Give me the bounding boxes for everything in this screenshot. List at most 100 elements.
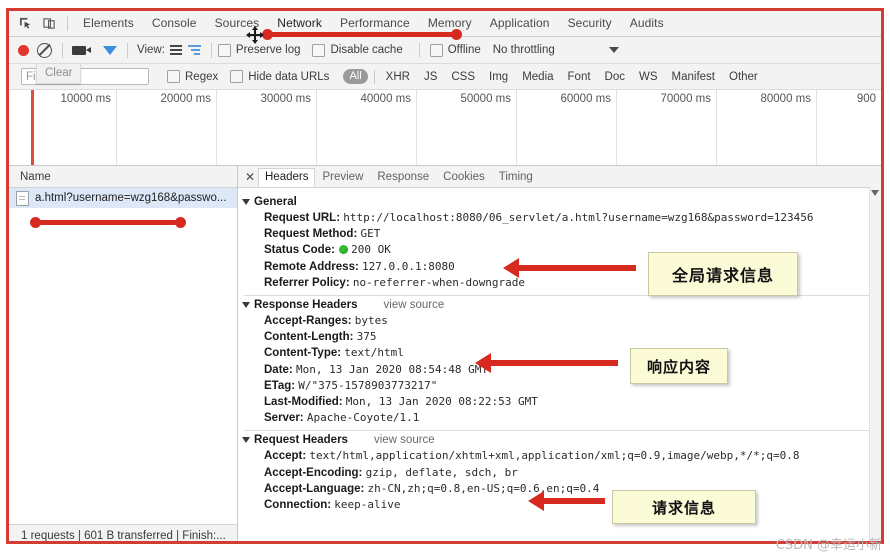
view-list-icon[interactable] <box>169 45 182 55</box>
section-response-headers-header[interactable]: Response Headers view source <box>242 299 881 311</box>
tick-label: 70000 ms <box>660 93 711 105</box>
tick-label: 10000 ms <box>60 93 111 105</box>
capture-screenshots-icon[interactable] <box>72 45 91 55</box>
header-key: Accept-Language: <box>264 482 365 495</box>
filter-type-font[interactable]: Font <box>561 71 598 83</box>
regex-box[interactable] <box>167 70 180 83</box>
column-header-name: Name <box>20 170 51 183</box>
regex-checkbox[interactable]: Regex <box>167 70 218 83</box>
network-toolbar: View: Preserve log Disable cache Offline… <box>9 37 881 68</box>
header-value: 200 OK <box>351 243 391 257</box>
filter-type-img[interactable]: Img <box>482 71 515 83</box>
tab-response[interactable]: Response <box>370 168 436 186</box>
table-row[interactable]: a.html?username=wzg168&passwo... <box>9 188 237 208</box>
filter-type-ws[interactable]: WS <box>632 71 665 83</box>
annotation-callout-general: 全局请求信息 <box>648 252 798 296</box>
disable-cache-label: Disable cache <box>330 44 403 56</box>
tick-label: 60000 ms <box>560 93 611 105</box>
tab-security[interactable]: Security <box>559 13 621 34</box>
tab-audits[interactable]: Audits <box>621 13 673 34</box>
timeline-overview[interactable]: 10000 ms 20000 ms 30000 ms 40000 ms 5000… <box>9 90 881 166</box>
clear-icon[interactable] <box>37 42 52 58</box>
chevron-down-icon[interactable] <box>608 47 619 53</box>
header-value: 375 <box>356 330 377 344</box>
disclosure-triangle-icon[interactable] <box>242 302 250 309</box>
tab-timing[interactable]: Timing <box>492 168 540 186</box>
filter-type-js[interactable]: JS <box>417 71 444 83</box>
header-row: Content-Length: 375 <box>242 329 881 345</box>
tab-performance[interactable]: Performance <box>331 13 419 34</box>
tab-cookies[interactable]: Cookies <box>436 168 492 186</box>
header-key: Request URL: <box>264 212 341 224</box>
device-toolbar-icon[interactable] <box>37 13 61 34</box>
clear-tooltip: Clear <box>36 64 82 84</box>
filter-type-all[interactable]: All <box>343 69 368 84</box>
annotation-callout-request: 请求信息 <box>612 490 756 524</box>
tick-label: 40000 ms <box>360 93 411 105</box>
header-value: no-referrer-when-downgrade <box>352 275 526 289</box>
disable-cache-box[interactable] <box>312 43 326 57</box>
header-value: text/html,application/xhtml+xml,applicat… <box>309 449 800 463</box>
offline-box[interactable] <box>429 43 443 57</box>
filter-type-doc[interactable]: Doc <box>598 71 632 83</box>
tab-preview[interactable]: Preview <box>315 168 370 186</box>
screenshot-root: Elements Console Sources Network Perform… <box>0 0 890 555</box>
tab-application[interactable]: Application <box>481 13 559 34</box>
view-source-link[interactable]: view source <box>374 434 435 446</box>
annotation-underline-request-row <box>30 217 186 228</box>
header-row: Accept: text/html,application/xhtml+xml,… <box>242 448 881 464</box>
hide-data-urls-box[interactable] <box>230 70 244 83</box>
view-waterfall-icon[interactable] <box>187 45 201 55</box>
disclosure-triangle-icon[interactable] <box>242 199 250 205</box>
filter-type-css[interactable]: CSS <box>444 71 482 83</box>
header-key: Content-Length: <box>264 331 354 344</box>
tab-headers[interactable]: Headers <box>258 167 316 187</box>
offline-label: Offline <box>447 44 481 56</box>
header-key: ETag: <box>264 379 296 392</box>
filter-divider <box>373 69 375 84</box>
chevron-down-icon[interactable] <box>871 190 879 196</box>
header-value: GET <box>360 227 381 241</box>
tab-elements[interactable]: Elements <box>74 13 143 34</box>
offline-checkbox[interactable]: Offline <box>429 43 481 57</box>
section-request-headers-header[interactable]: Request Headers view source <box>242 434 881 446</box>
throttling-select[interactable]: No throttling <box>493 44 619 56</box>
tab-console[interactable]: Console <box>143 13 206 34</box>
section-title-text: Request Headers <box>254 434 348 447</box>
filter-type-media[interactable]: Media <box>515 71 560 83</box>
header-key: Request Method: <box>264 228 358 241</box>
section-divider <box>244 430 879 432</box>
header-key: Last-Modified: <box>264 396 343 409</box>
header-key: Connection: <box>264 499 332 512</box>
section-general-header[interactable]: General <box>242 196 881 208</box>
requests-column-header[interactable]: Name <box>9 166 237 188</box>
header-key: Accept-Encoding: <box>264 466 363 479</box>
detail-scrollbar[interactable] <box>869 187 881 541</box>
preserve-log-box[interactable] <box>217 43 231 57</box>
header-row: Request Method: GET <box>242 226 881 242</box>
annotation-arrow-response <box>475 353 618 373</box>
tab-memory[interactable]: Memory <box>419 13 481 34</box>
header-key: Accept-Ranges: <box>264 315 352 328</box>
disclosure-triangle-icon[interactable] <box>242 437 250 444</box>
status-summary: 1 requests | 601 B transferred | Finish:… <box>21 529 226 542</box>
header-row: ETag: W/"375-1578903773217" <box>242 378 881 394</box>
toolbar-divider-4 <box>418 43 420 57</box>
document-icon <box>16 190 29 206</box>
header-key: Date: <box>264 363 293 376</box>
filter-type-xhr[interactable]: XHR <box>379 71 417 83</box>
network-status-bar: 1 requests | 601 B transferred | Finish:… <box>9 524 238 541</box>
filter-funnel-icon[interactable] <box>103 45 117 68</box>
filter-type-other[interactable]: Other <box>722 71 765 83</box>
close-icon[interactable]: ✕ <box>242 170 258 184</box>
disable-cache-checkbox[interactable]: Disable cache <box>312 43 403 57</box>
record-icon[interactable] <box>18 44 29 56</box>
header-key: Content-Type: <box>264 347 342 360</box>
filter-type-manifest[interactable]: Manifest <box>665 71 722 83</box>
tab-network[interactable]: Network <box>268 13 331 34</box>
view-source-link[interactable]: view source <box>384 299 445 311</box>
tick-label: 50000 ms <box>460 93 511 105</box>
tick-label: 80000 ms <box>760 93 811 105</box>
hide-data-urls-checkbox[interactable]: Hide data URLs <box>230 70 329 83</box>
inspect-element-icon[interactable] <box>13 13 37 34</box>
